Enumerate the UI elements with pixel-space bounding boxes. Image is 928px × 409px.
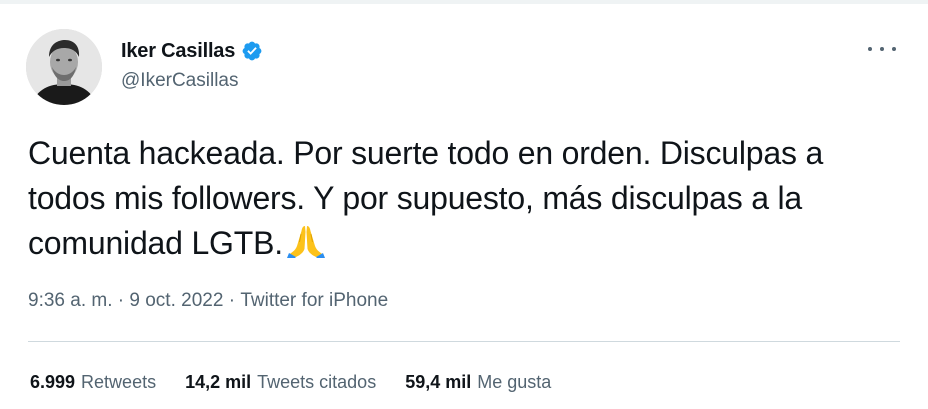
user-handle[interactable]: @IkerCasillas	[121, 70, 238, 92]
meta-separator: ·	[223, 290, 241, 311]
folded-hands-icon	[286, 224, 325, 258]
quote-tweets-label: Tweets citados	[257, 372, 377, 392]
meta-separator: ·	[112, 290, 130, 311]
likes-label: Me gusta	[477, 372, 552, 392]
dot	[868, 47, 872, 51]
dot	[880, 47, 884, 51]
tweet-meta: 9:36 a. m. · 9 oct. 2022 · Twitter for i…	[28, 290, 388, 312]
display-name-row[interactable]: Iker Casillas	[121, 38, 263, 64]
verified-badge-icon	[241, 40, 263, 62]
tweet-source[interactable]: Twitter for iPhone	[240, 290, 388, 312]
quote-tweets-count: 14,2 mil	[185, 372, 252, 392]
retweets-count: 6.999	[30, 372, 76, 392]
tweet-date[interactable]: 9 oct. 2022	[129, 290, 223, 312]
tweet-stats: 6.999 Retweets 14,2 mil Tweets citados 5…	[30, 372, 580, 393]
retweets-stat[interactable]: 6.999 Retweets	[30, 372, 156, 393]
tweet-card: Iker Casillas @IkerCasillas Cuenta hacke…	[0, 0, 928, 409]
retweets-label: Retweets	[81, 372, 157, 392]
tweet-time[interactable]: 9:36 a. m.	[28, 290, 113, 312]
tweet-text: Cuenta hackeada. Por suerte todo en orde…	[28, 131, 908, 266]
avatar-image	[26, 29, 102, 105]
divider	[28, 341, 900, 342]
tweet-text-content: Cuenta hackeada. Por suerte todo en orde…	[28, 135, 824, 261]
more-options-icon[interactable]	[868, 40, 896, 58]
avatar[interactable]	[26, 29, 102, 105]
likes-count: 59,4 mil	[405, 372, 472, 392]
top-border	[0, 0, 928, 4]
dot	[892, 47, 896, 51]
display-name[interactable]: Iker Casillas	[121, 40, 235, 63]
likes-stat[interactable]: 59,4 mil Me gusta	[405, 372, 551, 393]
quote-tweets-stat[interactable]: 14,2 mil Tweets citados	[185, 372, 376, 393]
